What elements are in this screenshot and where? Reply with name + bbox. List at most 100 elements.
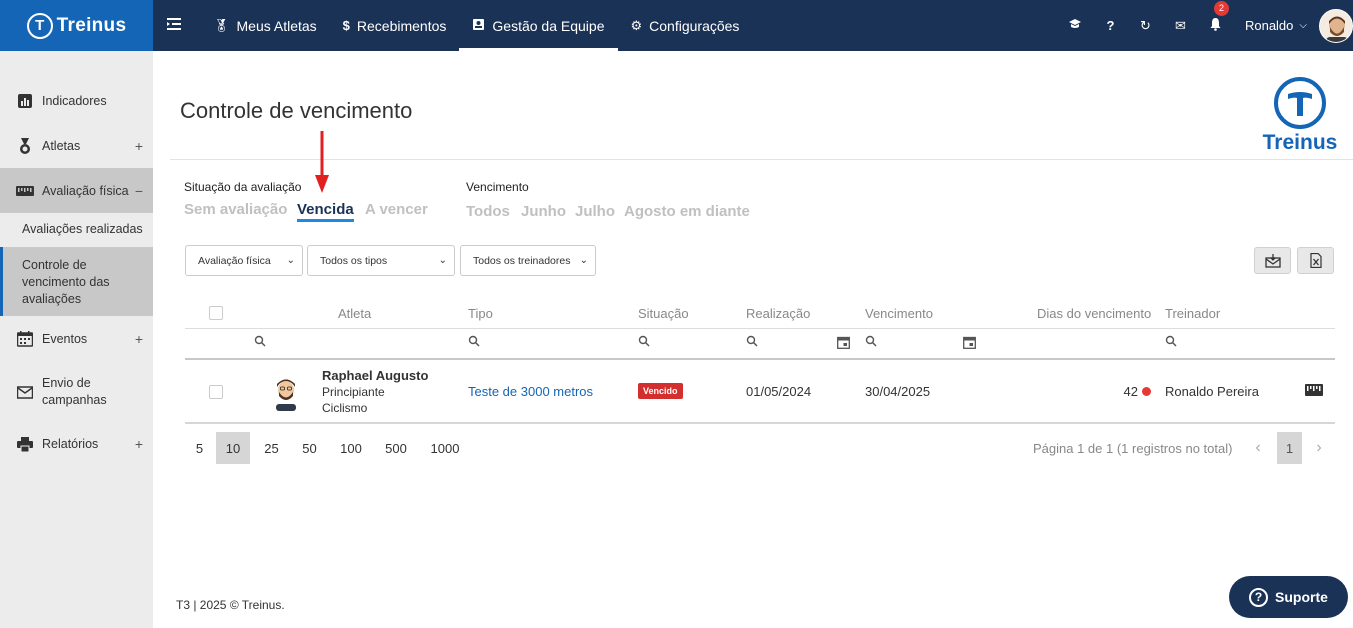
chevron-down-icon: ⌄ bbox=[438, 255, 447, 266]
col-realizacao[interactable]: Realização bbox=[746, 306, 810, 321]
page-size-10[interactable]: 10 bbox=[216, 432, 250, 464]
sidebar-item-label: Envio de campanhas bbox=[42, 376, 107, 407]
vencimento-label: Vencimento bbox=[466, 180, 529, 194]
ruler-icon bbox=[16, 182, 34, 200]
sidebar-item-avaliacao-fisica[interactable]: Avaliação física − bbox=[0, 168, 153, 213]
menu-toggle-icon[interactable] bbox=[166, 16, 184, 34]
sidebar-subitem-controle-vencimento[interactable]: Controle de vencimento das avaliações bbox=[0, 247, 153, 316]
sidebar-item-relatorios[interactable]: Relatórios + bbox=[0, 433, 153, 455]
bell-icon[interactable]: 2 bbox=[1198, 1, 1233, 34]
next-page-chevron-right-icon[interactable]: › bbox=[1308, 432, 1330, 464]
send-email-button[interactable] bbox=[1254, 247, 1291, 274]
brand-logo[interactable]: T Treinus bbox=[0, 0, 153, 51]
footer-text: T3 | 2025 © Treinus. bbox=[176, 598, 285, 612]
user-name[interactable]: Ronaldo bbox=[1245, 18, 1293, 33]
page-size-5[interactable]: 5 bbox=[187, 432, 212, 464]
expand-plus-icon[interactable]: + bbox=[135, 138, 143, 154]
nav-label: Gestão da Equipe bbox=[492, 17, 605, 34]
search-row-divider bbox=[185, 358, 1335, 360]
graduation-cap-icon[interactable] bbox=[1058, 18, 1093, 33]
athlete-name[interactable]: Raphael Augusto bbox=[322, 368, 428, 383]
envelope-icon[interactable]: ✉ bbox=[1163, 18, 1198, 34]
tipo-link[interactable]: Teste de 3000 metros bbox=[468, 384, 593, 399]
page-1-button[interactable]: 1 bbox=[1277, 432, 1302, 464]
printer-icon bbox=[16, 435, 34, 453]
treinus-logo-icon bbox=[1274, 77, 1326, 129]
brand-name: Treinus bbox=[56, 14, 127, 36]
nav-recebimentos[interactable]: $ Recebimentos bbox=[330, 0, 460, 51]
col-dias-vencimento[interactable]: Dias do vencimento bbox=[1037, 306, 1151, 321]
sidebar-item-indicadores[interactable]: Indicadores bbox=[0, 90, 153, 112]
search-icon[interactable] bbox=[254, 335, 266, 347]
filter-todos[interactable]: Todos bbox=[466, 203, 510, 220]
select-avaliacao[interactable]: Avaliação física ⌄ bbox=[185, 245, 303, 276]
dollar-icon: $ bbox=[342, 18, 350, 33]
user-avatar[interactable] bbox=[1319, 8, 1353, 43]
calendar-icon[interactable] bbox=[963, 336, 976, 349]
table-bottom-divider bbox=[185, 422, 1335, 424]
chevron-down-icon: ⌄ bbox=[579, 255, 588, 266]
col-situacao[interactable]: Situação bbox=[638, 306, 689, 321]
chevron-down-icon[interactable]: ⌵ bbox=[1299, 20, 1307, 31]
sidebar-subitem-avaliacoes-realizadas[interactable]: Avaliações realizadas bbox=[0, 222, 153, 236]
search-icon[interactable] bbox=[638, 335, 650, 347]
ruler-icon[interactable] bbox=[1305, 383, 1323, 397]
dias-vencimento: 42 bbox=[1123, 384, 1138, 399]
export-excel-button[interactable] bbox=[1297, 247, 1334, 274]
sidebar-item-envio-campanhas[interactable]: Envio de campanhas bbox=[0, 374, 153, 410]
support-button[interactable]: ? Suporte bbox=[1229, 576, 1348, 618]
filter-agosto-em-diante[interactable]: Agosto em diante bbox=[624, 203, 750, 220]
col-vencimento[interactable]: Vencimento bbox=[865, 306, 933, 321]
select-treinadores[interactable]: Todos os treinadores ⌄ bbox=[460, 245, 596, 276]
page-size-1000[interactable]: 1000 bbox=[424, 432, 466, 464]
filter-junho[interactable]: Junho bbox=[521, 203, 566, 220]
excel-file-icon bbox=[1309, 253, 1322, 268]
nav-label: Recebimentos bbox=[356, 17, 447, 34]
search-icon[interactable] bbox=[865, 335, 877, 347]
prev-page-chevron-left-icon[interactable]: ‹ bbox=[1247, 432, 1269, 464]
red-arrow-annotation bbox=[315, 131, 329, 193]
sidebar-item-label: Relatórios bbox=[42, 437, 99, 451]
row-checkbox[interactable] bbox=[209, 385, 223, 399]
col-tipo[interactable]: Tipo bbox=[468, 306, 493, 321]
top-right-tools: ? ↻ ✉ 2 Ronaldo ⌵ bbox=[1058, 0, 1353, 51]
collapse-minus-icon[interactable]: − bbox=[135, 183, 143, 199]
nav-meus-atletas[interactable]: 🏅︎ Meus Atletas bbox=[200, 0, 330, 51]
id-card-icon bbox=[472, 18, 485, 34]
page-size-100[interactable]: 100 bbox=[333, 432, 369, 464]
col-atleta[interactable]: Atleta bbox=[338, 306, 371, 321]
nav-gestao-equipe[interactable]: Gestão da Equipe bbox=[459, 0, 618, 51]
select-all-checkbox[interactable] bbox=[209, 306, 223, 320]
sync-icon[interactable]: ↻ bbox=[1128, 18, 1163, 34]
medal-icon bbox=[16, 137, 34, 155]
athlete-sport: Ciclismo bbox=[322, 401, 368, 415]
status-dot bbox=[1142, 387, 1151, 396]
col-treinador[interactable]: Treinador bbox=[1165, 306, 1220, 321]
help-icon[interactable]: ? bbox=[1093, 18, 1128, 33]
filter-vencida[interactable]: Vencida bbox=[297, 201, 354, 222]
filter-julho[interactable]: Julho bbox=[575, 203, 615, 220]
sidebar-item-label: Indicadores bbox=[42, 94, 107, 108]
filter-sem-avaliacao[interactable]: Sem avaliação bbox=[184, 201, 287, 218]
filter-a-vencer[interactable]: A vencer bbox=[365, 201, 428, 218]
sidebar-item-label: Atletas bbox=[42, 139, 81, 153]
search-icon[interactable] bbox=[468, 335, 480, 347]
header-divider bbox=[185, 328, 1335, 329]
select-tipos[interactable]: Todos os tipos ⌄ bbox=[307, 245, 455, 276]
page-size-50[interactable]: 50 bbox=[294, 432, 325, 464]
athlete-avatar bbox=[276, 379, 296, 411]
calendar-icon[interactable] bbox=[837, 336, 850, 349]
page-size-25[interactable]: 25 bbox=[256, 432, 287, 464]
expand-plus-icon[interactable]: + bbox=[135, 436, 143, 452]
sidebar-item-eventos[interactable]: Eventos + bbox=[0, 328, 153, 350]
search-icon[interactable] bbox=[746, 335, 758, 347]
nav-configuracoes[interactable]: ⚙ Configurações bbox=[618, 0, 753, 51]
pagination-info: Página 1 de 1 (1 registros no total) bbox=[1033, 441, 1233, 456]
search-icon[interactable] bbox=[1165, 335, 1177, 347]
expand-plus-icon[interactable]: + bbox=[135, 331, 143, 347]
support-label: Suporte bbox=[1275, 589, 1328, 605]
calendar-icon bbox=[16, 330, 34, 348]
select-value: Todos os tipos bbox=[320, 254, 388, 267]
page-size-500[interactable]: 500 bbox=[378, 432, 414, 464]
sidebar-item-atletas[interactable]: Atletas + bbox=[0, 135, 153, 157]
